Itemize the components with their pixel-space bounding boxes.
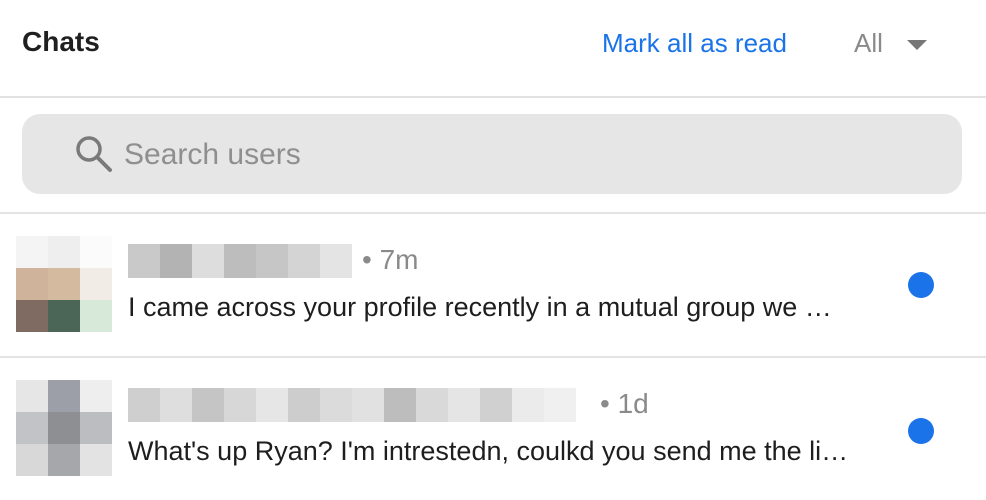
chat-list-item[interactable]: • 7m I came across your profile recently… — [0, 214, 986, 358]
search-input[interactable] — [122, 132, 926, 178]
message-preview: What's up Ryan? I'm intrestedn, coulkd y… — [128, 436, 849, 466]
chats-header: Chats Mark all as read All — [0, 0, 986, 98]
message-timestamp: • 1d — [600, 388, 649, 419]
search-icon — [76, 136, 112, 172]
unread-indicator — [908, 418, 934, 444]
filter-selected-value: All — [854, 28, 883, 58]
avatar — [16, 380, 112, 478]
search-bar[interactable] — [22, 114, 962, 194]
page-title: Chats — [22, 26, 100, 57]
chevron-down-icon — [906, 40, 927, 50]
mark-all-read-link[interactable]: Mark all as read — [602, 28, 787, 59]
chat-list: • 7m I came across your profile recently… — [0, 214, 986, 500]
chat-list-item[interactable]: • 1d What's up Ryan? I'm intrestedn, cou… — [0, 358, 986, 500]
search-section — [0, 98, 986, 214]
sender-name-redacted — [128, 244, 352, 278]
message-timestamp: • 7m — [362, 244, 419, 275]
chat-filter-dropdown[interactable]: All — [854, 28, 927, 62]
unread-indicator — [908, 272, 934, 298]
sender-name-redacted — [128, 388, 576, 422]
avatar — [16, 236, 112, 334]
message-preview: I came across your profile recently in a… — [128, 292, 832, 322]
